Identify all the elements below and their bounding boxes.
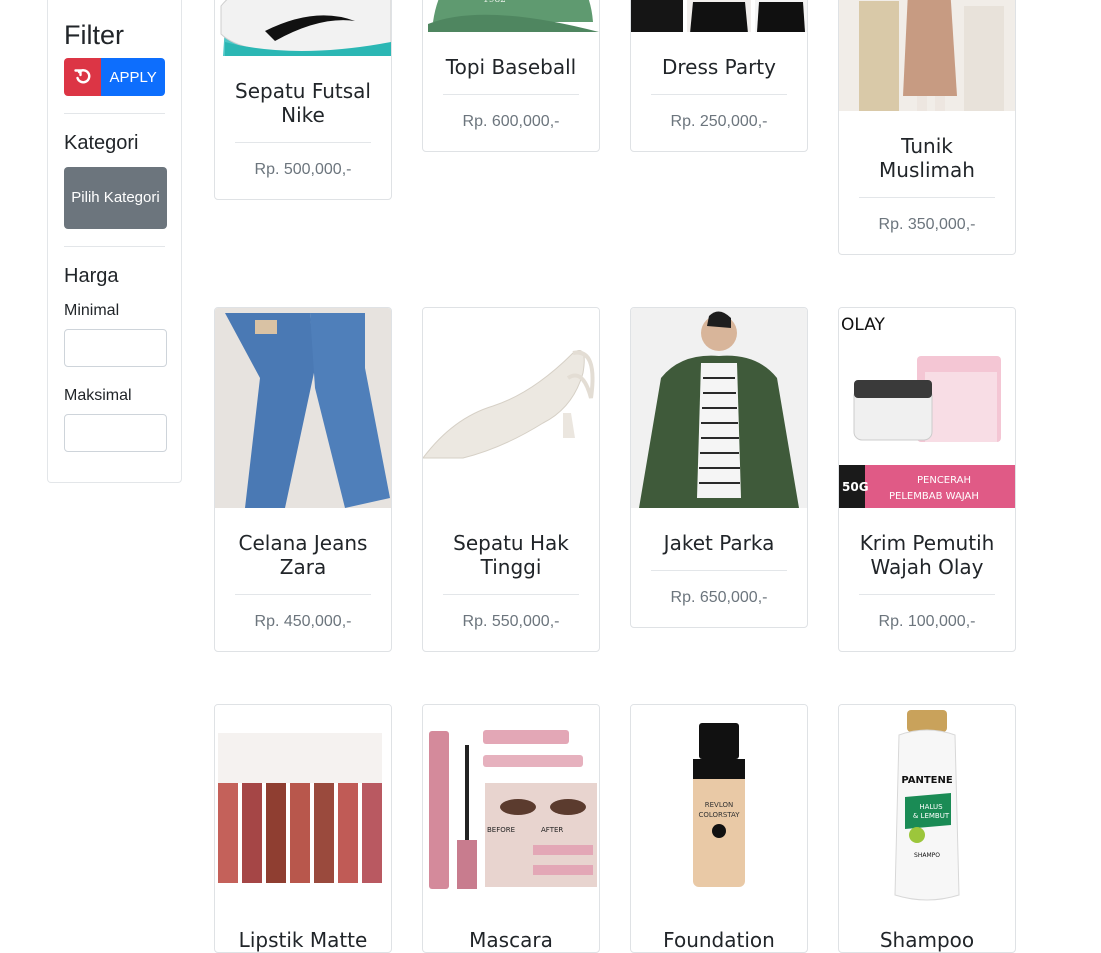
- filter-button-group: APPLY: [64, 58, 165, 96]
- product-name[interactable]: Jaket Parka: [631, 508, 807, 555]
- product-image-baseball-cap[interactable]: 1982: [423, 0, 599, 32]
- product-card[interactable]: Dress Party Rp. 250,000,-: [630, 0, 808, 152]
- product-image-dress-party[interactable]: [631, 0, 807, 32]
- divider: [64, 113, 165, 114]
- min-price-label: Minimal: [64, 302, 120, 319]
- divider: [64, 246, 165, 247]
- undo-icon: [73, 69, 91, 84]
- product-card[interactable]: Sepatu Hak Tinggi Rp. 550,000,-: [422, 307, 600, 652]
- product-image-mascara[interactable]: BEFORE AFTER: [423, 705, 599, 905]
- product-card[interactable]: OLAY 50G PENCERAH PELEMBAB WAJAH Krim Pe…: [838, 307, 1016, 652]
- foundation-brand-text-2: COLORSTAY: [698, 811, 740, 819]
- max-price-label: Maksimal: [64, 387, 132, 404]
- product-image-heels[interactable]: [423, 308, 599, 508]
- product-card[interactable]: Lipstik Matte: [214, 704, 392, 953]
- filter-title: Filter: [64, 20, 124, 50]
- product-image-shampoo[interactable]: PANTENE HALUS & LEMBUT SHAMPO: [839, 705, 1015, 905]
- product-image-jeans[interactable]: [215, 308, 391, 508]
- product-image-futsal-shoe[interactable]: [215, 0, 391, 56]
- harga-heading: Harga: [64, 265, 119, 287]
- product-card[interactable]: REVLON COLORSTAY Foundation: [630, 704, 808, 953]
- product-card[interactable]: Tunik Muslimah Rp. 350,000,-: [838, 0, 1016, 255]
- product-name[interactable]: Sepatu Futsal Nike: [215, 56, 391, 127]
- olay-banner-text-2: PELEMBAB WAJAH: [889, 491, 979, 502]
- product-card[interactable]: PANTENE HALUS & LEMBUT SHAMPO Shampoo: [838, 704, 1016, 953]
- olay-banner-text-1: PENCERAH: [917, 475, 971, 486]
- product-card[interactable]: Jaket Parka Rp. 650,000,-: [630, 307, 808, 628]
- svg-text:1982: 1982: [483, 0, 506, 5]
- product-card[interactable]: Sepatu Futsal Nike Rp. 500,000,-: [214, 0, 392, 200]
- pantene-type-text: SHAMPO: [914, 852, 940, 859]
- product-price: Rp. 650,000,-: [670, 589, 768, 606]
- mascara-after-text: AFTER: [541, 826, 563, 834]
- reset-button[interactable]: [64, 58, 102, 96]
- product-image-parka-jacket[interactable]: [631, 308, 807, 508]
- product-price: Rp. 250,000,-: [670, 113, 768, 130]
- product-image-lipstick[interactable]: [215, 705, 391, 905]
- product-card[interactable]: 1982 Topi Baseball Rp. 600,000,-: [422, 0, 600, 152]
- mascara-before-text: BEFORE: [487, 826, 515, 834]
- product-name[interactable]: Krim Pemutih Wajah Olay: [839, 508, 1015, 579]
- product-price: Rp. 550,000,-: [462, 613, 560, 630]
- product-name[interactable]: Sepatu Hak Tinggi: [423, 508, 599, 579]
- product-image-foundation[interactable]: REVLON COLORSTAY: [631, 705, 807, 905]
- product-name[interactable]: Tunik Muslimah: [839, 111, 1015, 182]
- product-price: Rp. 450,000,-: [254, 613, 352, 630]
- product-name[interactable]: Topi Baseball: [423, 32, 599, 79]
- pantene-brand-text: PANTENE: [901, 775, 953, 786]
- apply-button[interactable]: APPLY: [101, 58, 165, 96]
- product-image-olay-cream[interactable]: OLAY 50G PENCERAH PELEMBAB WAJAH: [839, 308, 1015, 508]
- olay-size-text: 50G: [842, 480, 869, 494]
- max-price-input[interactable]: [64, 414, 167, 452]
- product-name[interactable]: Celana Jeans Zara: [215, 508, 391, 579]
- pilih-kategori-button[interactable]: Pilih Kategori: [64, 167, 167, 229]
- olay-logo-text: OLAY: [841, 315, 886, 335]
- pantene-claim-text-1: HALUS: [919, 803, 943, 811]
- product-card[interactable]: Celana Jeans Zara Rp. 450,000,-: [214, 307, 392, 652]
- filter-panel: Filter APPLY Kategori Pilih Kategori Har…: [47, 0, 182, 483]
- foundation-brand-text-1: REVLON: [705, 801, 733, 809]
- product-name[interactable]: Dress Party: [631, 32, 807, 79]
- product-price: Rp. 350,000,-: [878, 216, 976, 233]
- product-price: Rp. 500,000,-: [254, 161, 352, 178]
- product-price: Rp. 600,000,-: [462, 113, 560, 130]
- pantene-claim-text-2: & LEMBUT: [913, 812, 950, 820]
- min-price-input[interactable]: [64, 329, 167, 367]
- product-price: Rp. 100,000,-: [878, 613, 976, 630]
- product-image-tunik-muslimah[interactable]: [839, 0, 1015, 111]
- product-card[interactable]: BEFORE AFTER Mascara: [422, 704, 600, 953]
- kategori-heading: Kategori: [64, 132, 139, 154]
